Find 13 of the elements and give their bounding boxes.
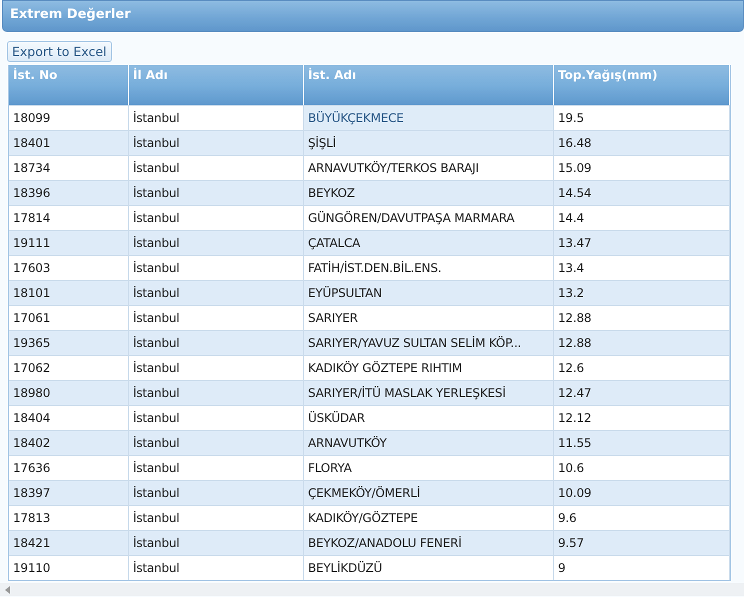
column-header[interactable]: Top.Yağış(mm) [554, 65, 730, 105]
horizontal-scrollbar[interactable] [0, 583, 744, 596]
column-header[interactable]: İl Adı [129, 65, 304, 105]
column-header[interactable]: İst. No [9, 65, 129, 105]
table-cell: BÜYÜKÇEKMECE [304, 106, 554, 130]
table-cell: BEYLİKDÜZÜ [304, 556, 554, 580]
column-header[interactable]: İst. Adı [304, 65, 554, 105]
panel-title: Extrem Değerler [2, 0, 744, 32]
scroll-left-icon[interactable] [5, 586, 10, 594]
table-cell: İstanbul [129, 556, 304, 580]
table-cell: 19110 [9, 556, 129, 580]
export-button[interactable]: Export to Excel [7, 41, 112, 62]
table-cell: 9 [554, 556, 730, 580]
